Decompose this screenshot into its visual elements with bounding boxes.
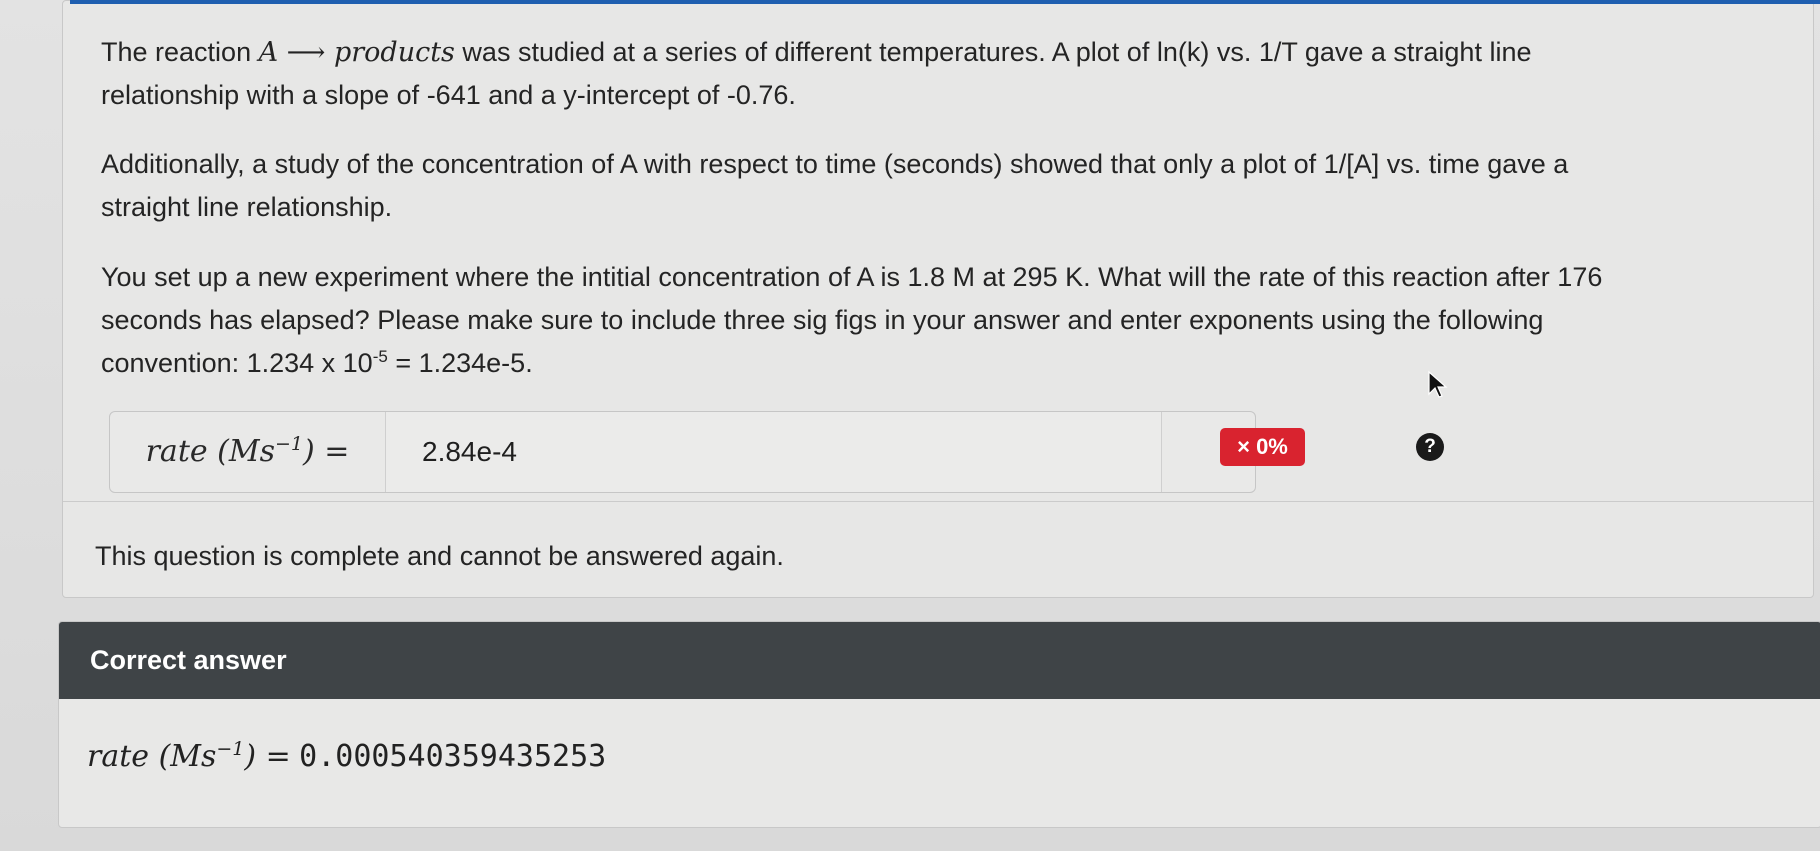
question-paragraph-1: The reaction A ⟶ products was studied at… [101, 31, 1771, 117]
correct-answer-card: Correct answer rate (Ms−1) = 0.000540359… [58, 621, 1820, 828]
question-text: convention: 1.234 x 10 [101, 348, 373, 378]
question-text: Additionally, a study of the concentrati… [101, 149, 1569, 179]
correct-answer-equation: rate (Ms−1) = 0.000540359435253 [87, 732, 606, 782]
question-text: straight line relationship. [101, 192, 393, 222]
question-text: was studied at a series of different tem… [454, 37, 1532, 67]
correct-answer-exponent: −1 [216, 738, 245, 760]
question-card: The reaction A ⟶ products was studied at… [62, 0, 1814, 598]
answer-label-text: rate (Ms [145, 434, 275, 469]
correct-answer-value: 0.000540359435253 [299, 739, 607, 774]
answer-input[interactable]: 2.84e-4 ? [386, 412, 1444, 492]
correct-answer-header: Correct answer [59, 622, 1820, 699]
answer-label-exponent: −1 [274, 433, 303, 455]
correct-answer-title: Correct answer [90, 645, 287, 675]
question-circle-icon[interactable]: ? [1416, 433, 1444, 461]
answer-label: rate (Ms−1) = [110, 412, 386, 492]
mouse-pointer-icon [1428, 370, 1448, 398]
answer-box: rate (Ms−1) = 2.84e-4 ? × 0% [109, 411, 1444, 493]
correct-answer-label: rate (Ms [87, 739, 217, 774]
question-text: relationship with a slope of -641 and a … [101, 80, 796, 110]
exponent: -5 [372, 347, 388, 366]
completion-message: This question is complete and cannot be … [95, 541, 784, 571]
accent-strip [70, 0, 1820, 4]
question-paragraph-3: You set up a new experiment where the in… [101, 256, 1771, 385]
answer-input-value: 2.84e-4 [422, 436, 517, 467]
question-text: The reaction [101, 37, 259, 67]
question-text: = 1.234e-5. [387, 348, 533, 378]
question-text: You set up a new experiment where the in… [101, 262, 1603, 292]
score-badge: × 0% [1220, 428, 1305, 466]
question-text: seconds has elapsed? Please make sure to… [101, 305, 1544, 335]
page: The reaction A ⟶ products was studied at… [0, 0, 1820, 851]
divider [63, 501, 1813, 502]
reaction-equation: A ⟶ products [258, 37, 455, 68]
question-paragraph-2: Additionally, a study of the concentrati… [101, 143, 1771, 229]
answer-label-equals: ) = [303, 434, 350, 469]
correct-answer-equals: ) = [244, 739, 291, 774]
